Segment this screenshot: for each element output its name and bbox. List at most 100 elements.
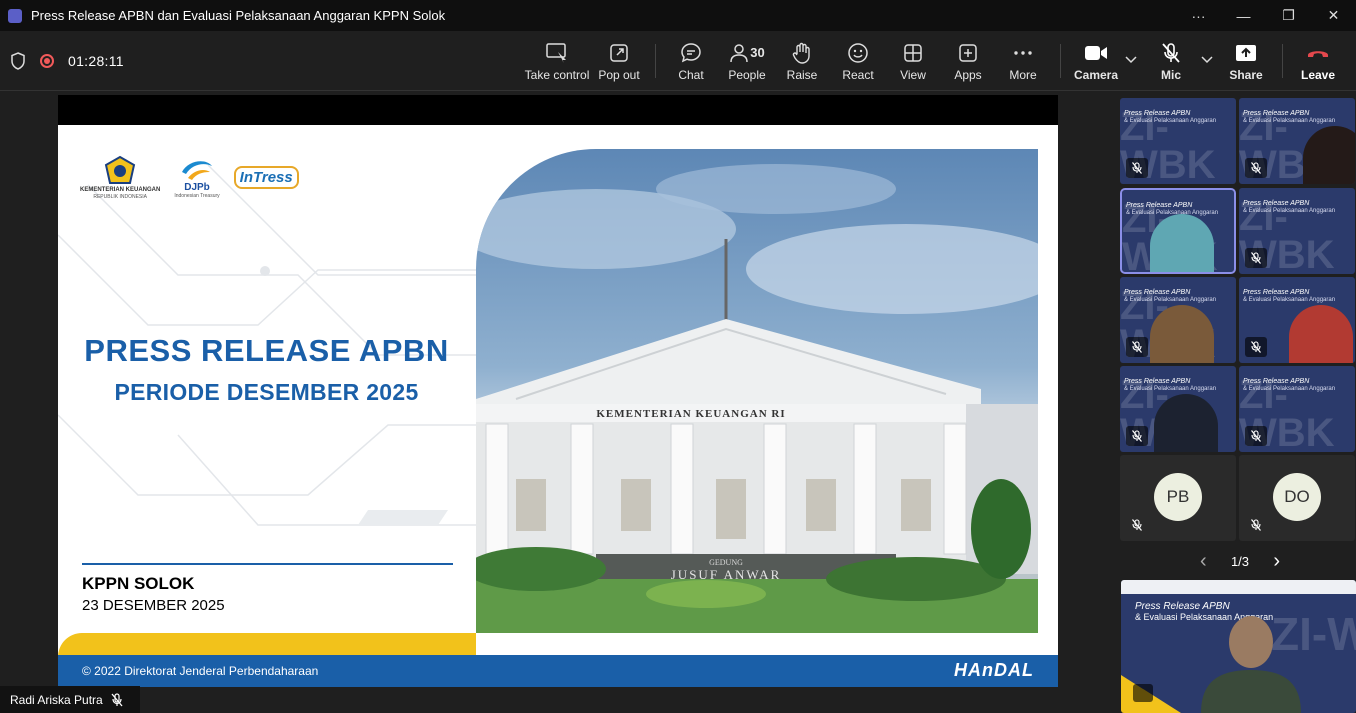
hang-up-icon [1306, 41, 1330, 65]
shared-content-stage: KEMENTERIAN KEUANGAN REPUBLIK INDONESIA … [0, 92, 1115, 713]
participant-video [1150, 214, 1214, 272]
teams-app-icon [8, 8, 22, 23]
share-button[interactable]: Share [1228, 31, 1264, 91]
avatar: DO [1273, 473, 1321, 521]
slide-divider [82, 563, 453, 565]
window-titlebar: Press Release APBN dan Evaluasi Pelaksan… [0, 0, 1356, 31]
meeting-status: 01:28:11 [10, 31, 124, 91]
people-icon: 30 [729, 41, 765, 65]
mic-label: Mic [1160, 67, 1181, 82]
minimize-button[interactable]: — [1221, 0, 1266, 31]
camera-icon [1084, 41, 1108, 65]
camera-options-button[interactable] [1122, 31, 1140, 91]
mic-muted-icon [1245, 426, 1267, 446]
participant-tile[interactable]: Press Release APBN & Evaluasi Pelaksanaa… [1120, 277, 1236, 363]
window-controls: ··· — ❐ ✕ [1176, 0, 1356, 31]
pop-out-button[interactable]: Pop out [596, 31, 642, 91]
raise-hand-icon [792, 41, 812, 65]
chat-button[interactable]: Chat [672, 31, 710, 91]
building-illustration: KEMENTERIAN KEUANGAN RI GEDUNG JUSUF ANW… [476, 164, 1038, 633]
participant-video [1289, 305, 1353, 363]
react-button[interactable]: React [840, 31, 876, 91]
handal-logo: HAnDAL [954, 660, 1034, 680]
building-sign-text: KEMENTERIAN KEUANGAN RI [596, 408, 785, 420]
close-button[interactable]: ✕ [1311, 0, 1356, 31]
participant-tile[interactable]: Press Release APBN & Evaluasi Pelaksanaa… [1239, 277, 1355, 363]
slide-organization: KPPN SOLOK [82, 574, 195, 593]
gate-sign-line1: GEDUNG [709, 558, 743, 567]
more-options-icon[interactable]: ··· [1176, 0, 1221, 31]
mic-muted-icon [1126, 158, 1148, 178]
recording-icon [40, 54, 54, 68]
add-app-icon [958, 41, 978, 65]
view-button[interactable]: View [896, 31, 930, 91]
djpb-emblem-icon [182, 161, 212, 180]
chevron-down-icon [1125, 48, 1137, 72]
meeting-timer: 01:28:11 [68, 53, 124, 69]
speaker-name-label: Radi Ariska Putra [0, 686, 140, 713]
raise-label: Raise [786, 67, 818, 82]
djpb-subcaption: Indonesian Treasury [174, 193, 220, 199]
participant-tile[interactable]: Press Release APBN & Evaluasi Pelaksanaa… [1120, 98, 1236, 184]
mic-muted-icon [1245, 248, 1267, 268]
tile-slide-subtitle: & Evaluasi Pelaksanaan Anggaran [1243, 297, 1336, 303]
participant-tile[interactable]: Press Release APBN & Evaluasi Pelaksanaa… [1239, 366, 1355, 452]
take-control-icon [546, 41, 568, 65]
participant-tile-pb[interactable]: PB [1120, 455, 1236, 541]
mic-options-button[interactable] [1198, 31, 1216, 91]
mic-button[interactable]: Mic [1156, 31, 1186, 91]
take-control-button[interactable]: Take control [524, 31, 590, 91]
building-photo: KEMENTERIAN KEUANGAN RI GEDUNG JUSUF ANW… [476, 149, 1038, 633]
djpb-caption: DJPb [184, 182, 210, 193]
window-title: Press Release APBN dan Evaluasi Pelaksan… [31, 8, 446, 23]
mic-muted-icon [1126, 337, 1148, 357]
people-count: 30 [750, 45, 765, 60]
mic-muted-icon [111, 692, 123, 706]
participant-tile-speaking[interactable]: Press Release APBN & Evaluasi Pelaksanaa… [1120, 188, 1236, 274]
self-view-video: Press Release APBN & Evaluasi Pelaksanaa… [1121, 580, 1356, 713]
chevron-right-icon[interactable]: › [1273, 550, 1280, 573]
pop-out-label: Pop out [598, 67, 640, 82]
meeting-toolbar: 01:28:11 Take control Pop out Chat 30 Pe… [0, 31, 1356, 91]
kemenkeu-logo: KEMENTERIAN KEUANGAN REPUBLIK INDONESIA [80, 155, 160, 200]
participant-tile[interactable]: Press Release APBN & Evaluasi Pelaksanaa… [1120, 366, 1236, 452]
view-label: View [900, 67, 926, 82]
mic-muted-icon [1161, 41, 1181, 65]
self-view-tile[interactable]: Press Release APBN & Evaluasi Pelaksanaa… [1121, 580, 1356, 713]
participant-tile-do[interactable]: DO [1239, 455, 1355, 541]
slide-canvas: KEMENTERIAN KEUANGAN REPUBLIK INDONESIA … [58, 125, 1058, 687]
gallery-pager: ‹ 1/3 › [1200, 550, 1280, 573]
camera-label: Camera [1073, 67, 1119, 82]
mic-muted-icon [1245, 337, 1267, 357]
take-control-label: Take control [524, 67, 590, 82]
apps-button[interactable]: Apps [952, 31, 984, 91]
leave-button[interactable]: Leave [1298, 31, 1338, 91]
tile-slide-title: Press Release APBN [1243, 289, 1310, 296]
more-button[interactable]: More [1006, 31, 1040, 91]
grid-view-icon [903, 41, 923, 65]
slide-footer: © 2022 Direktorat Jenderal Perbendaharaa… [58, 655, 1058, 687]
apps-label: Apps [954, 67, 982, 82]
react-label: React [842, 67, 874, 82]
avatar: PB [1154, 473, 1202, 521]
toolbar-divider [655, 44, 656, 78]
more-label: More [1009, 67, 1037, 82]
share-label: Share [1229, 67, 1263, 82]
chevron-left-icon[interactable]: ‹ [1200, 550, 1207, 573]
camera-button[interactable]: Camera [1074, 31, 1118, 91]
slide-yellow-band [58, 633, 476, 657]
kemenkeu-caption: KEMENTERIAN KEUANGAN [80, 187, 161, 193]
slide-logos: KEMENTERIAN KEUANGAN REPUBLIK INDONESIA … [80, 155, 299, 200]
toolbar-divider [1060, 44, 1061, 78]
shared-slide: KEMENTERIAN KEUANGAN REPUBLIK INDONESIA … [58, 95, 1058, 687]
people-button[interactable]: 30 People [724, 31, 770, 91]
slide-subtitle: PERIODE DESEMBER 2025 [114, 379, 419, 405]
ellipsis-icon [1013, 41, 1033, 65]
kemenkeu-emblem-icon [105, 155, 136, 184]
raise-hand-button[interactable]: Raise [784, 31, 820, 91]
shield-icon[interactable] [10, 52, 26, 70]
participant-tile[interactable]: Press Release APBN & Evaluasi Pelaksanaa… [1239, 188, 1355, 274]
restore-button[interactable]: ❐ [1266, 0, 1311, 31]
participant-tile[interactable]: Press Release APBN & Evaluasi Pelaksanaa… [1239, 98, 1355, 184]
chat-icon [680, 41, 702, 65]
